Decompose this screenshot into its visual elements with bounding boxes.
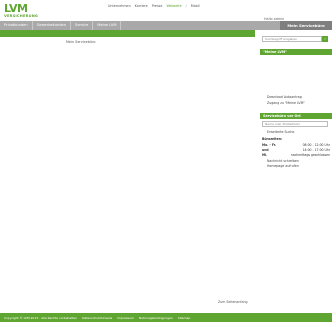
chevron-right-icon[interactable]: › xyxy=(322,36,328,42)
main-nav: Privatkunden Gewerbekunden Service Meine… xyxy=(0,21,332,30)
servicebuero-box-title: Servicebüro vor Ort xyxy=(260,113,332,119)
nav-mein-servicebuero[interactable]: Mein Servicebüro xyxy=(280,21,332,30)
page-title: Mein Servicebüro xyxy=(66,40,96,44)
page: LVM VERSICHERUNG Unternehmen Karriere Pr… xyxy=(0,0,336,327)
top-link-mobil[interactable]: Mobil xyxy=(191,4,200,8)
logo-wordmark: LVM xyxy=(4,2,28,15)
homepage-aufrufen-link[interactable]: Homepage aufrufen xyxy=(267,164,299,168)
footer-link-datenschutz[interactable]: Datenschutzhinweis xyxy=(82,316,112,320)
footer-link-nutzungsbedingungen[interactable]: Nutzungsbedingungen xyxy=(139,316,173,320)
back-to-top-link[interactable]: Zum Seitenanfang xyxy=(218,300,248,304)
hours-title: Bürozeiten: xyxy=(262,137,283,141)
logo-subtitle: VERSICHERUNG xyxy=(4,14,39,18)
download-autoantrag-link[interactable]: Download Autoantrag xyxy=(267,95,302,99)
green-subnav-bar xyxy=(0,30,255,37)
top-link-unternehmen[interactable]: Unternehmen xyxy=(108,4,131,8)
top-link-presse[interactable]: Presse xyxy=(152,4,163,8)
nachricht-schreiben-link[interactable]: Nachricht schreiben xyxy=(267,159,299,163)
footer-link-impressum[interactable]: Impressum xyxy=(117,316,134,320)
search-input[interactable]: Suchbegriff eingeben xyxy=(262,36,322,42)
top-link-karriere[interactable]: Karriere xyxy=(135,4,148,8)
nav-meine-lvm[interactable]: Meine LVM xyxy=(93,21,122,30)
top-links: Unternehmen Karriere Presse Webseite / M… xyxy=(108,4,200,8)
copyright-text: Copyright © LVM 2013 - Alle Rechte vorbe… xyxy=(4,315,78,320)
erweiterte-suche-link[interactable]: Erweiterte Suche xyxy=(267,130,294,134)
nav-service[interactable]: Service xyxy=(71,21,94,30)
lvm-logo[interactable]: LVM VERSICHERUNG xyxy=(4,3,44,19)
footer: Copyright © LVM 2013 - Alle Rechte vorbe… xyxy=(0,313,332,322)
plz-input[interactable]: Name oder Postleitzahl xyxy=(262,121,328,127)
nav-privatkunden[interactable]: Privatkunden xyxy=(0,21,33,30)
nav-gewerbekunden[interactable]: Gewerbekunden xyxy=(33,21,72,30)
zugang-meine-lvm-link[interactable]: Zugang zu "Meine LVM" xyxy=(267,101,305,105)
meine-lvm-box-title: "Meine LVM" xyxy=(260,49,332,55)
top-link-webseite[interactable]: Webseite xyxy=(166,4,181,8)
greeting: Hallo admin xyxy=(264,17,285,21)
footer-link-sitemap[interactable]: Sitemap xyxy=(178,316,190,320)
top-link-separator: / xyxy=(185,4,187,8)
